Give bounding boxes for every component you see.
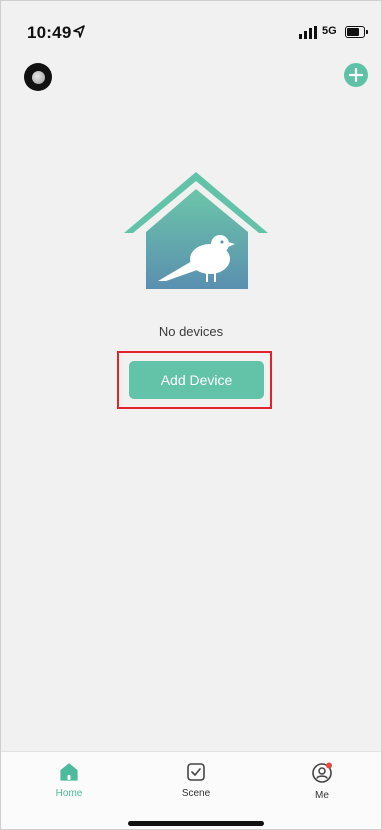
- plus-circle-icon: [349, 68, 363, 82]
- empty-state-message: No devices: [158, 324, 224, 339]
- profile-avatar-icon[interactable]: [24, 63, 52, 91]
- tab-scene-label: Scene: [181, 788, 211, 799]
- app-screen: 10:49 5G No devices Add Device Home Scen…: [0, 0, 382, 830]
- network-type: 5G: [322, 25, 337, 37]
- tab-home-label: Home: [55, 788, 83, 799]
- user-icon: [312, 762, 332, 783]
- status-time: 10:49: [27, 23, 72, 42]
- add-device-plus-button[interactable]: [344, 63, 368, 87]
- home-icon: [60, 763, 78, 781]
- battery-icon: [345, 26, 368, 38]
- tab-bar: Home Scene Me: [1, 751, 381, 829]
- scene-checkbox-icon: [187, 763, 205, 781]
- tab-home[interactable]: Home: [34, 762, 104, 799]
- tab-scene[interactable]: Scene: [161, 762, 231, 799]
- tab-me-label: Me: [315, 790, 329, 801]
- tab-me[interactable]: Me: [287, 762, 357, 801]
- add-device-button[interactable]: Add Device: [129, 361, 264, 399]
- location-arrow-icon: [73, 25, 85, 38]
- home-indicator: [128, 821, 264, 826]
- bird-house-icon: [124, 172, 268, 289]
- notification-badge: [326, 762, 332, 769]
- signal-icon: [299, 26, 317, 39]
